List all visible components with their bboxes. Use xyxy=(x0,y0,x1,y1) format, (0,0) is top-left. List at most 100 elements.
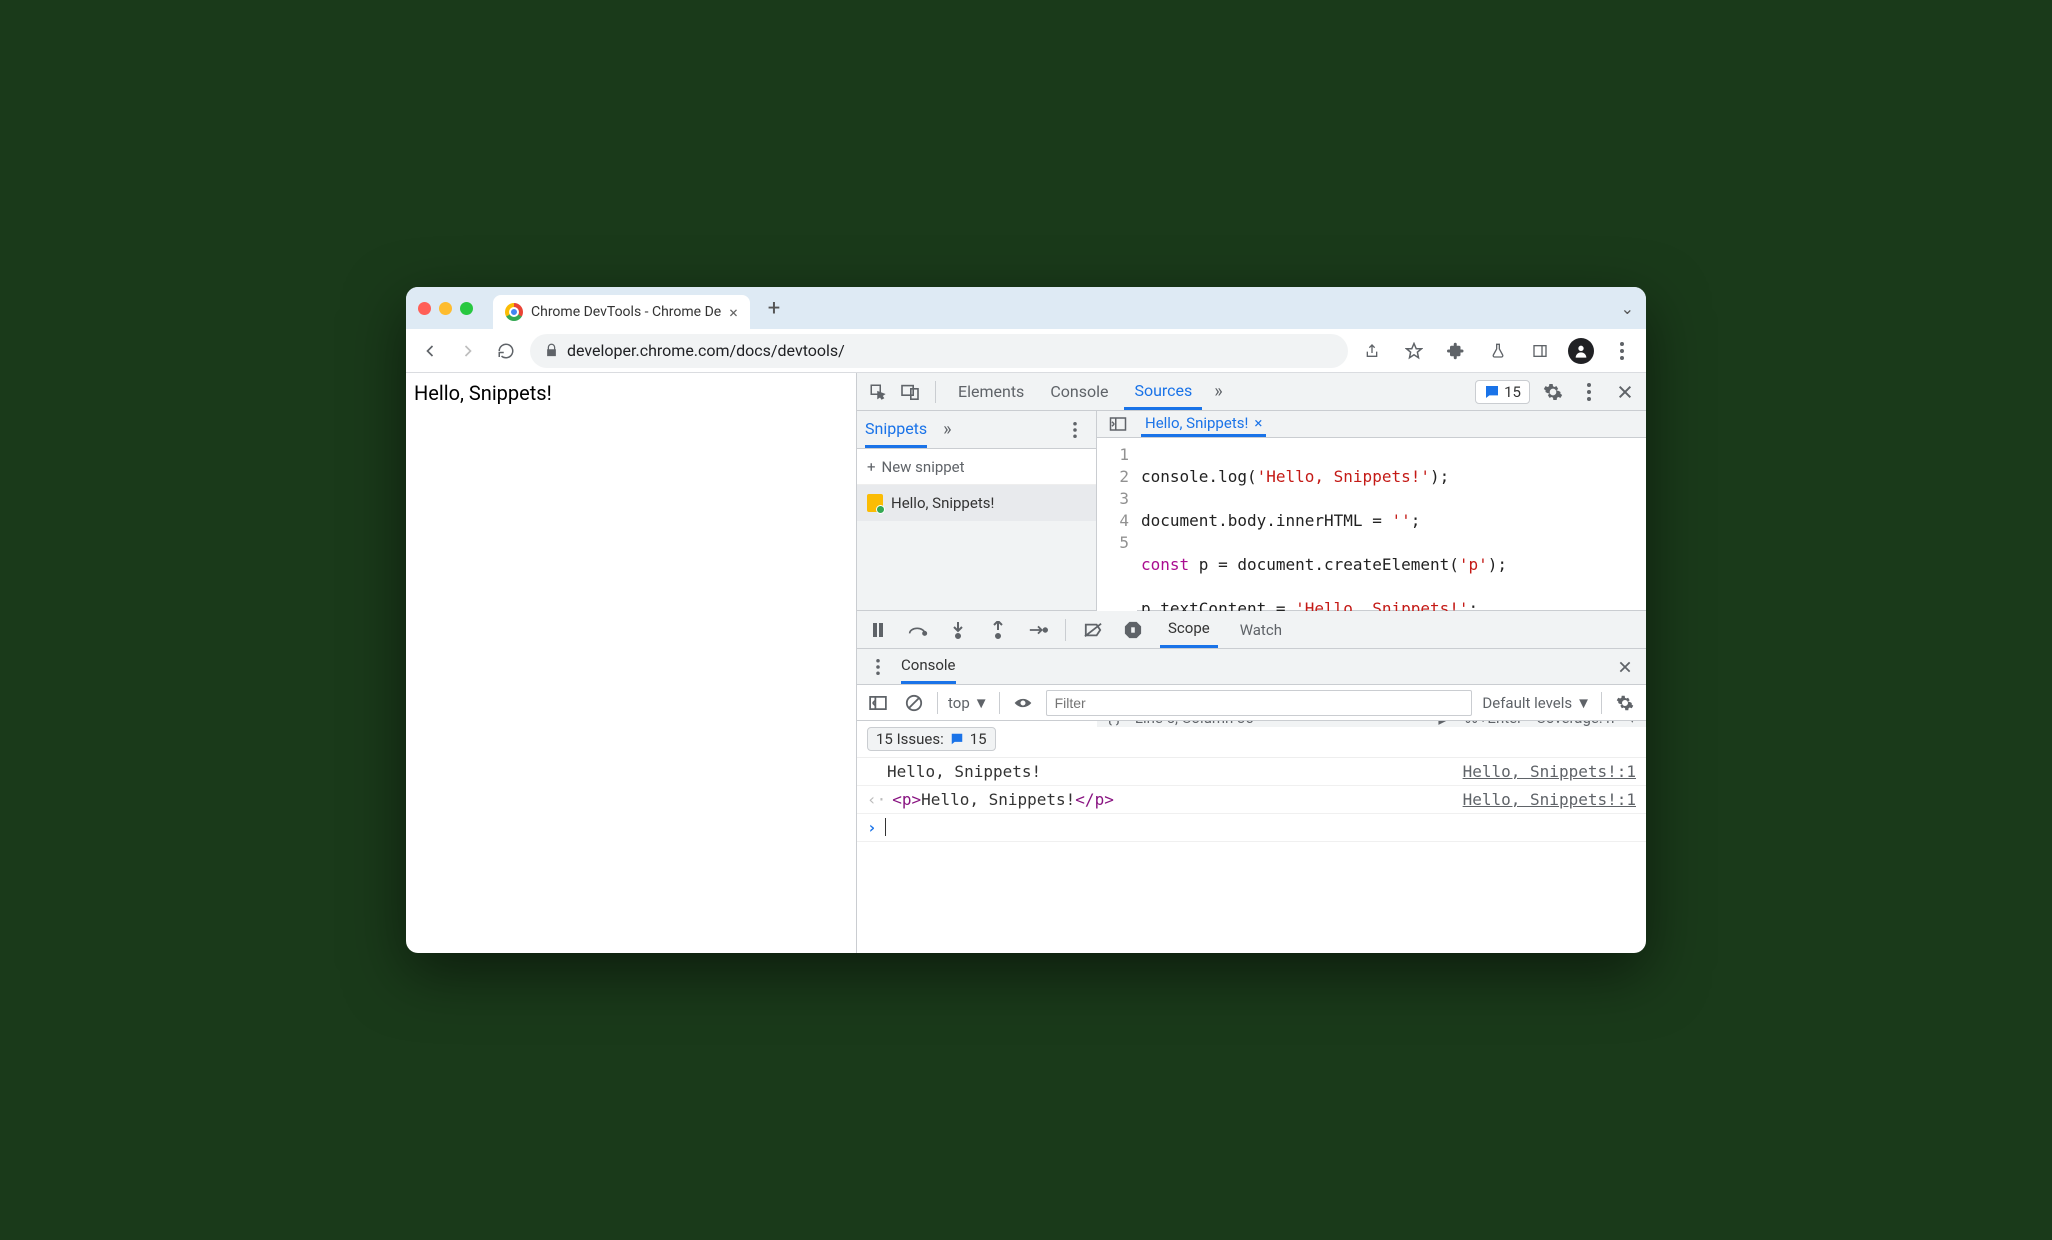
editor-file-tab[interactable]: Hello, Snippets! × xyxy=(1141,411,1266,437)
tab-title: Chrome DevTools - Chrome De xyxy=(531,304,721,320)
live-expression-icon[interactable] xyxy=(1010,690,1036,716)
line-number: 1 xyxy=(1097,444,1129,466)
line-number: 4 xyxy=(1097,510,1129,532)
console-row[interactable]: ‹· <p>Hello, Snippets!</p> Hello, Snippe… xyxy=(857,786,1646,814)
toolbar-icons xyxy=(1358,337,1636,365)
plus-icon: + xyxy=(867,458,876,476)
tab-strip: Chrome DevTools - Chrome De × + ⌄ xyxy=(406,287,1646,329)
console-prompt[interactable]: › xyxy=(857,814,1646,842)
more-tabs-icon[interactable]: » xyxy=(1208,381,1228,402)
console-message: Hello, Snippets! xyxy=(887,762,1041,781)
close-tab-icon[interactable]: × xyxy=(729,303,738,322)
step-icon[interactable] xyxy=(1025,617,1051,643)
maximize-window-button[interactable] xyxy=(460,302,473,315)
close-devtools-icon[interactable] xyxy=(1612,379,1638,405)
caret-down-icon: ▼ xyxy=(1576,694,1591,712)
console-output: Hello, Snippets! Hello, Snippets!:1 ‹· <… xyxy=(857,758,1646,842)
device-toggle-icon[interactable] xyxy=(897,379,923,405)
minimize-window-button[interactable] xyxy=(439,302,452,315)
line-number: 5 xyxy=(1097,532,1129,554)
new-snippet-label: New snippet xyxy=(882,458,965,476)
navigator-menu-icon[interactable] xyxy=(1062,417,1088,443)
drawer-issues-label: 15 Issues: xyxy=(876,730,944,748)
debugger-bar: Scope Watch xyxy=(857,611,1646,649)
line-number: 3 xyxy=(1097,488,1129,510)
extensions-icon[interactable] xyxy=(1442,337,1470,365)
bookmark-icon[interactable] xyxy=(1400,337,1428,365)
log-levels-selector[interactable]: Default levels▼ xyxy=(1482,694,1591,712)
close-file-icon[interactable]: × xyxy=(1254,414,1262,432)
devtools-menu-icon[interactable] xyxy=(1576,379,1602,405)
inspect-icon[interactable] xyxy=(865,379,891,405)
console-sidebar-icon[interactable] xyxy=(865,690,891,716)
context-selector[interactable]: top▼ xyxy=(948,694,989,712)
step-over-icon[interactable] xyxy=(905,617,931,643)
snippet-item-name: Hello, Snippets! xyxy=(891,494,994,512)
devtools-tabbar: Elements Console Sources » 15 xyxy=(857,373,1646,411)
chat-icon xyxy=(1484,384,1500,400)
chrome-menu-icon[interactable] xyxy=(1608,337,1636,365)
prompt-icon: › xyxy=(867,818,877,837)
chat-icon xyxy=(950,732,964,746)
browser-tab[interactable]: Chrome DevTools - Chrome De × xyxy=(493,295,750,329)
drawer-tabs: Console xyxy=(857,649,1646,685)
editor-column: Hello, Snippets! × 1 2 3 4 5 console.log… xyxy=(1097,411,1646,610)
console-source-link[interactable]: Hello, Snippets!:1 xyxy=(1463,762,1636,781)
sidepanel-icon[interactable] xyxy=(1526,337,1554,365)
share-icon[interactable] xyxy=(1358,337,1386,365)
scope-tab[interactable]: Scope xyxy=(1160,611,1218,648)
watch-tab[interactable]: Watch xyxy=(1232,611,1290,648)
drawer-issues-badge[interactable]: 15 Issues: 15 xyxy=(867,727,996,751)
clear-console-icon[interactable] xyxy=(901,690,927,716)
console-drawer: Console top▼ Default levels▼ xyxy=(857,649,1646,953)
console-row[interactable]: Hello, Snippets! Hello, Snippets!:1 xyxy=(857,758,1646,786)
close-drawer-icon[interactable] xyxy=(1612,654,1638,680)
drawer-issues-count: 15 xyxy=(970,730,987,748)
page-pane: Hello, Snippets! xyxy=(406,373,856,953)
close-window-button[interactable] xyxy=(418,302,431,315)
console-source-link[interactable]: Hello, Snippets!:1 xyxy=(1463,790,1636,809)
pause-exceptions-icon[interactable] xyxy=(1120,617,1146,643)
new-tab-button[interactable]: + xyxy=(758,296,790,321)
devtools: Elements Console Sources » 15 xyxy=(856,373,1646,953)
snippet-item[interactable]: Hello, Snippets! xyxy=(857,485,1096,521)
lock-icon xyxy=(544,343,559,358)
drawer-issues-row: 15 Issues: 15 xyxy=(857,721,1646,758)
snippet-file-icon xyxy=(867,494,883,512)
labs-icon[interactable] xyxy=(1484,337,1512,365)
omnibox[interactable]: developer.chrome.com/docs/devtools/ xyxy=(530,334,1348,368)
sources-panel: Snippets » + New snippet Hello, Snippets… xyxy=(857,411,1646,611)
step-out-icon[interactable] xyxy=(985,617,1011,643)
url-text: developer.chrome.com/docs/devtools/ xyxy=(567,341,845,360)
window-controls xyxy=(418,302,473,315)
snippets-tab[interactable]: Snippets xyxy=(865,411,927,448)
address-bar: developer.chrome.com/docs/devtools/ xyxy=(406,329,1646,373)
toggle-navigator-icon[interactable] xyxy=(1105,411,1131,437)
deactivate-breakpoints-icon[interactable] xyxy=(1080,617,1106,643)
reload-button[interactable] xyxy=(492,337,520,365)
navigator-more-icon[interactable]: » xyxy=(937,419,957,440)
caret-down-icon: ▼ xyxy=(974,694,989,712)
tabs-dropdown-icon[interactable]: ⌄ xyxy=(1621,299,1634,318)
issues-badge[interactable]: 15 xyxy=(1475,380,1530,404)
browser-window: Chrome DevTools - Chrome De × + ⌄ develo… xyxy=(406,287,1646,953)
step-into-icon[interactable] xyxy=(945,617,971,643)
drawer-menu-icon[interactable] xyxy=(865,654,891,680)
console-filter-input[interactable] xyxy=(1046,690,1473,716)
tab-sources[interactable]: Sources xyxy=(1124,373,1202,410)
tab-console[interactable]: Console xyxy=(1040,373,1118,410)
profile-avatar[interactable] xyxy=(1568,338,1594,364)
new-snippet-button[interactable]: + New snippet xyxy=(857,449,1096,485)
tab-elements[interactable]: Elements xyxy=(948,373,1034,410)
page-body-text: Hello, Snippets! xyxy=(414,381,552,405)
snippets-column: Snippets » + New snippet Hello, Snippets… xyxy=(857,411,1097,610)
settings-icon[interactable] xyxy=(1540,379,1566,405)
back-button[interactable] xyxy=(416,337,444,365)
pause-icon[interactable] xyxy=(865,617,891,643)
expand-icon[interactable]: ‹· xyxy=(867,790,886,809)
issues-count: 15 xyxy=(1504,383,1521,401)
forward-button[interactable] xyxy=(454,337,482,365)
navigator-tabs: Snippets » xyxy=(857,411,1096,449)
drawer-console-tab[interactable]: Console xyxy=(901,649,956,684)
console-settings-icon[interactable] xyxy=(1612,690,1638,716)
